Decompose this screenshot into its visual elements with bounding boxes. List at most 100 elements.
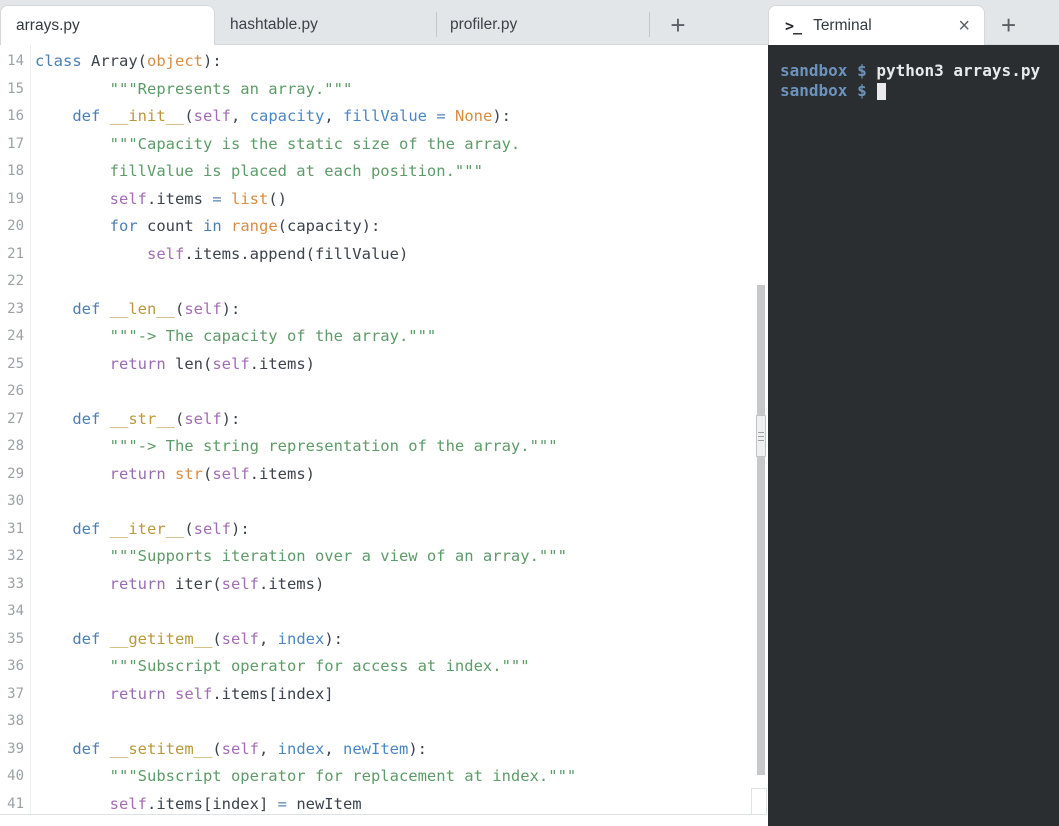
- code-line[interactable]: 25 return len(self.items): [0, 351, 768, 379]
- code-line[interactable]: 19 self.items = list(): [0, 186, 768, 214]
- line-number: 18: [7, 163, 24, 179]
- code-text: def __len__(self):: [72, 299, 241, 318]
- scrollbar-corner: [751, 788, 767, 815]
- editor-bottom-divider: [0, 814, 757, 815]
- terminal-command: python3 arrays.py: [876, 61, 1041, 80]
- line-number: 21: [7, 245, 24, 262]
- terminal-cursor: [877, 83, 887, 100]
- terminal-tab-strip: >_ Terminal × +: [768, 0, 1059, 45]
- line-number: 36: [7, 658, 24, 674]
- code-text: self.items.append(fillValue): [146, 244, 409, 263]
- line-number: 19: [7, 190, 24, 207]
- line-number: 25: [7, 355, 24, 372]
- new-file-tab-button[interactable]: +: [650, 6, 706, 44]
- code-text: """-> The capacity of the array.""": [35, 327, 437, 345]
- code-text: return str(self.items): [109, 464, 315, 483]
- tab-hashtable-py[interactable]: hashtable.py: [215, 6, 436, 44]
- code-line[interactable]: 40 """Subscript operator for replacement…: [0, 763, 768, 791]
- plus-icon: +: [670, 9, 686, 40]
- new-terminal-tab-button[interactable]: +: [985, 6, 1059, 44]
- terminal-prompt-icon: >_: [785, 16, 802, 35]
- app-window: arrays.py hashtable.py profiler.py + >_ …: [0, 0, 1059, 826]
- code-line[interactable]: 17 """Capacity is the static size of the…: [0, 131, 768, 159]
- code-text: def __iter__(self):: [72, 519, 250, 538]
- line-number: 17: [7, 135, 24, 152]
- code-line[interactable]: 18 fillValue is placed at each position.…: [0, 158, 768, 186]
- code-text: return self.items[index]: [109, 684, 334, 703]
- code-line[interactable]: 36 """Subscript operator for access at i…: [0, 653, 768, 681]
- code-line[interactable]: 26: [0, 378, 768, 406]
- code-line[interactable]: 29 return str(self.items): [0, 461, 768, 489]
- close-terminal-button[interactable]: ×: [958, 16, 970, 36]
- code-line[interactable]: 33 return iter(self.items): [0, 571, 768, 599]
- code-line[interactable]: 37 return self.items[index]: [0, 681, 768, 709]
- line-number: 33: [7, 575, 24, 592]
- tab-label: hashtable.py: [230, 16, 318, 33]
- plus-icon: +: [1001, 9, 1017, 40]
- code-content: 14 class Array(object): 15 """Represents a…: [0, 45, 768, 818]
- code-text: def __init__(self, capacity, fillValue =…: [72, 107, 511, 125]
- terminal-line[interactable]: sandbox $ python3 arrays.py: [780, 61, 1059, 81]
- line-number: 15: [7, 80, 24, 97]
- code-text: """Represents an array.""": [35, 79, 353, 98]
- code-line[interactable]: 28 """-> The string representation of th…: [0, 433, 768, 461]
- terminal-content: sandbox $ python3 arrays.py sandbox $: [780, 61, 1059, 101]
- code-line[interactable]: 30: [0, 488, 768, 516]
- code-line[interactable]: 27 def __str__(self):: [0, 406, 768, 434]
- code-text: """Supports iteration over a view of an …: [35, 547, 567, 565]
- code-line[interactable]: 14 class Array(object):: [0, 48, 768, 76]
- code-text: def __getitem__(self, index):: [72, 629, 344, 648]
- tab-arrays-py[interactable]: arrays.py: [0, 5, 215, 45]
- code-text: """Subscript operator for access at inde…: [35, 657, 530, 675]
- code-text: return len(self.items): [109, 354, 315, 373]
- editor-tab-strip: arrays.py hashtable.py profiler.py +: [0, 0, 768, 45]
- line-number: 38: [7, 713, 24, 729]
- code-line[interactable]: 39 def __setitem__(self, index, newItem)…: [0, 736, 768, 764]
- line-number: 35: [7, 630, 24, 647]
- code-line[interactable]: 15 """Represents an array.""": [0, 76, 768, 104]
- code-line[interactable]: 22: [0, 268, 768, 296]
- code-line[interactable]: 38: [0, 708, 768, 736]
- tab-bar: arrays.py hashtable.py profiler.py + >_ …: [0, 0, 1059, 45]
- code-text: def __str__(self):: [72, 409, 241, 428]
- code-line[interactable]: 34: [0, 598, 768, 626]
- line-number: 28: [7, 438, 24, 454]
- tab-profiler-py[interactable]: profiler.py: [437, 6, 649, 44]
- code-text: fillValue is placed at each position.""": [35, 162, 483, 180]
- main-area: 14 class Array(object): 15 """Represents a…: [0, 45, 1059, 826]
- terminal-prompt: sandbox $: [780, 61, 877, 80]
- code-line[interactable]: 21 self.items.append(fillValue): [0, 241, 768, 269]
- line-number: 26: [7, 383, 24, 399]
- line-number: 31: [7, 520, 24, 537]
- code-line[interactable]: 31 def __iter__(self):: [0, 516, 768, 544]
- code-text: return iter(self.items): [109, 574, 325, 593]
- editor-scrollbar-thumb[interactable]: [756, 415, 766, 457]
- code-line[interactable]: 32 """Supports iteration over a view of …: [0, 543, 768, 571]
- code-text: for count in range(capacity):: [109, 217, 381, 235]
- code-line[interactable]: 24 """-> The capacity of the array.""": [0, 323, 768, 351]
- code-text: def __setitem__(self, index, newItem):: [72, 739, 428, 758]
- tab-label: profiler.py: [450, 16, 518, 33]
- line-number: 30: [7, 493, 24, 509]
- line-number: 27: [7, 410, 24, 427]
- editor-vertical-scrollbar[interactable]: [757, 285, 765, 775]
- line-number: 22: [7, 273, 24, 289]
- line-number: 16: [7, 108, 24, 124]
- code-editor[interactable]: 14 class Array(object): 15 """Represents a…: [0, 45, 768, 826]
- code-text: self.items = list(): [109, 189, 287, 208]
- gutter-divider: [30, 45, 31, 814]
- code-line[interactable]: 35 def __getitem__(self, index):: [0, 626, 768, 654]
- tab-label: arrays.py: [16, 16, 80, 34]
- line-number: 14: [7, 53, 24, 69]
- tab-terminal[interactable]: >_ Terminal ×: [768, 5, 985, 45]
- line-number: 24: [7, 328, 24, 344]
- terminal-panel[interactable]: sandbox $ python3 arrays.py sandbox $: [768, 45, 1059, 826]
- terminal-line[interactable]: sandbox $: [780, 81, 1059, 101]
- code-text: """Capacity is the static size of the ar…: [35, 134, 521, 153]
- terminal-prompt: sandbox $: [780, 81, 877, 100]
- line-number: 37: [7, 685, 24, 702]
- code-line[interactable]: 16 def __init__(self, capacity, fillValu…: [0, 103, 768, 131]
- code-line[interactable]: 20 for count in range(capacity):: [0, 213, 768, 241]
- code-line[interactable]: 23 def __len__(self):: [0, 296, 768, 324]
- code-text: """-> The string representation of the a…: [35, 437, 558, 455]
